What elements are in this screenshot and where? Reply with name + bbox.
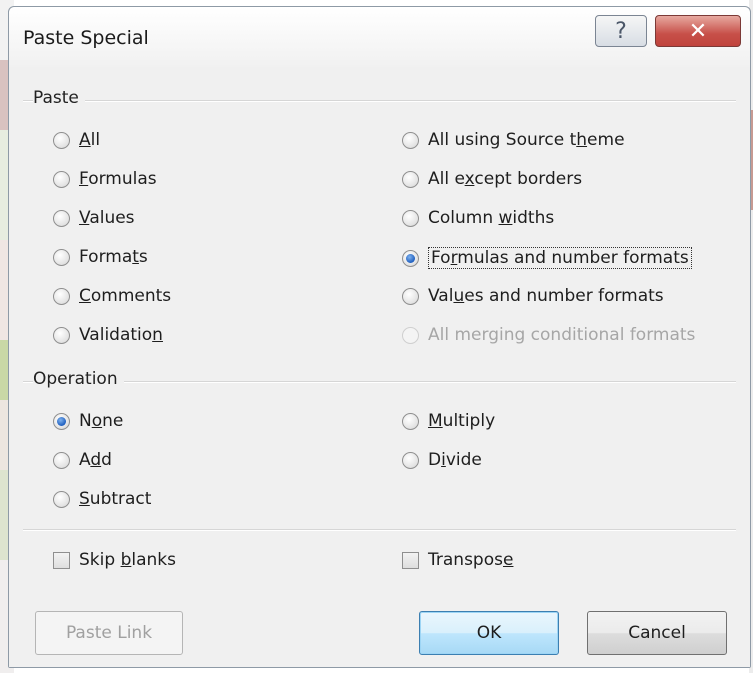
close-icon: ✕: [688, 18, 708, 44]
option-label: Values: [79, 208, 135, 228]
option-label: Values and number formats: [428, 286, 664, 306]
radio-button-selected[interactable]: [53, 412, 70, 430]
radio-button[interactable]: [53, 209, 70, 227]
paste-group-label: Paste: [33, 88, 85, 108]
radio-paste-all-except-borders[interactable]: All except borders: [402, 169, 582, 189]
option-label: Comments: [79, 286, 172, 306]
title-bar[interactable]: Paste Special ? ✕: [9, 7, 750, 67]
radio-button[interactable]: [402, 131, 419, 149]
radio-button-selected[interactable]: [402, 249, 419, 267]
help-icon: ?: [615, 18, 627, 44]
checkbox-box[interactable]: [402, 551, 419, 569]
operation-group-line: [23, 381, 736, 383]
close-button[interactable]: ✕: [655, 15, 741, 47]
radio-paste-column-widths[interactable]: Column widths: [402, 208, 554, 228]
dialog-body: Paste All Formulas Values Formats Commen…: [9, 67, 750, 667]
option-label: All except borders: [428, 169, 583, 189]
option-label: Add: [79, 450, 112, 470]
cancel-button[interactable]: Cancel: [587, 611, 727, 655]
help-button[interactable]: ?: [595, 15, 647, 47]
option-label: Column widths: [428, 208, 555, 228]
radio-operation-subtract[interactable]: Subtract: [53, 489, 151, 509]
option-label: All using Source theme: [428, 130, 625, 150]
radio-paste-all-using-source-theme[interactable]: All using Source theme: [402, 130, 625, 150]
option-label: Subtract: [79, 489, 152, 509]
radio-button[interactable]: [53, 451, 70, 469]
radio-button-disabled: [402, 326, 419, 344]
radio-paste-validation[interactable]: Validation: [53, 325, 163, 345]
option-label: Divide: [428, 450, 482, 470]
operation-group-label: Operation: [33, 369, 124, 389]
paste-link-button: Paste Link: [35, 611, 183, 655]
radio-button[interactable]: [53, 131, 70, 149]
option-label: All merging conditional formats: [428, 325, 696, 345]
option-label: Transpose: [428, 550, 514, 570]
option-label: Formulas: [79, 169, 157, 189]
option-label: Validation: [79, 325, 163, 345]
radio-operation-add[interactable]: Add: [53, 450, 112, 470]
checkbox-transpose[interactable]: Transpose: [402, 550, 513, 570]
radio-button[interactable]: [53, 326, 70, 344]
option-label: Multiply: [428, 411, 496, 431]
ok-button[interactable]: OK: [419, 611, 559, 655]
radio-button[interactable]: [53, 248, 70, 266]
radio-button[interactable]: [53, 490, 70, 508]
radio-button[interactable]: [53, 170, 70, 188]
radio-button[interactable]: [402, 412, 419, 430]
radio-paste-formulas-and-number-formats[interactable]: Formulas and number formats: [402, 247, 692, 269]
radio-operation-divide[interactable]: Divide: [402, 450, 482, 470]
dialog-title: Paste Special: [23, 27, 149, 49]
radio-button[interactable]: [53, 287, 70, 305]
radio-button[interactable]: [402, 451, 419, 469]
checkbox-box[interactable]: [53, 551, 70, 569]
radio-button[interactable]: [402, 170, 419, 188]
radio-paste-formulas[interactable]: Formulas: [53, 169, 157, 189]
radio-paste-formats[interactable]: Formats: [53, 247, 148, 267]
checkbox-separator-line: [23, 529, 736, 531]
option-label: Skip blanks: [79, 550, 176, 570]
radio-operation-multiply[interactable]: Multiply: [402, 411, 495, 431]
radio-button[interactable]: [402, 209, 419, 227]
radio-paste-all-merging-conditional-formats: All merging conditional formats: [402, 325, 695, 345]
paste-special-dialog: Paste Special ? ✕ Paste All Formulas Val…: [8, 6, 751, 668]
checkbox-skip-blanks[interactable]: Skip blanks: [53, 550, 176, 570]
radio-paste-values[interactable]: Values: [53, 208, 135, 228]
radio-operation-none[interactable]: None: [53, 411, 123, 431]
option-label: Formats: [79, 247, 148, 267]
radio-paste-values-and-number-formats[interactable]: Values and number formats: [402, 286, 664, 306]
radio-paste-all[interactable]: All: [53, 130, 100, 150]
radio-button[interactable]: [402, 287, 419, 305]
radio-paste-comments[interactable]: Comments: [53, 286, 171, 306]
option-label: All: [79, 130, 101, 150]
paste-group-line: [23, 100, 736, 102]
option-label: Formulas and number formats: [428, 247, 692, 269]
option-label: None: [79, 411, 124, 431]
